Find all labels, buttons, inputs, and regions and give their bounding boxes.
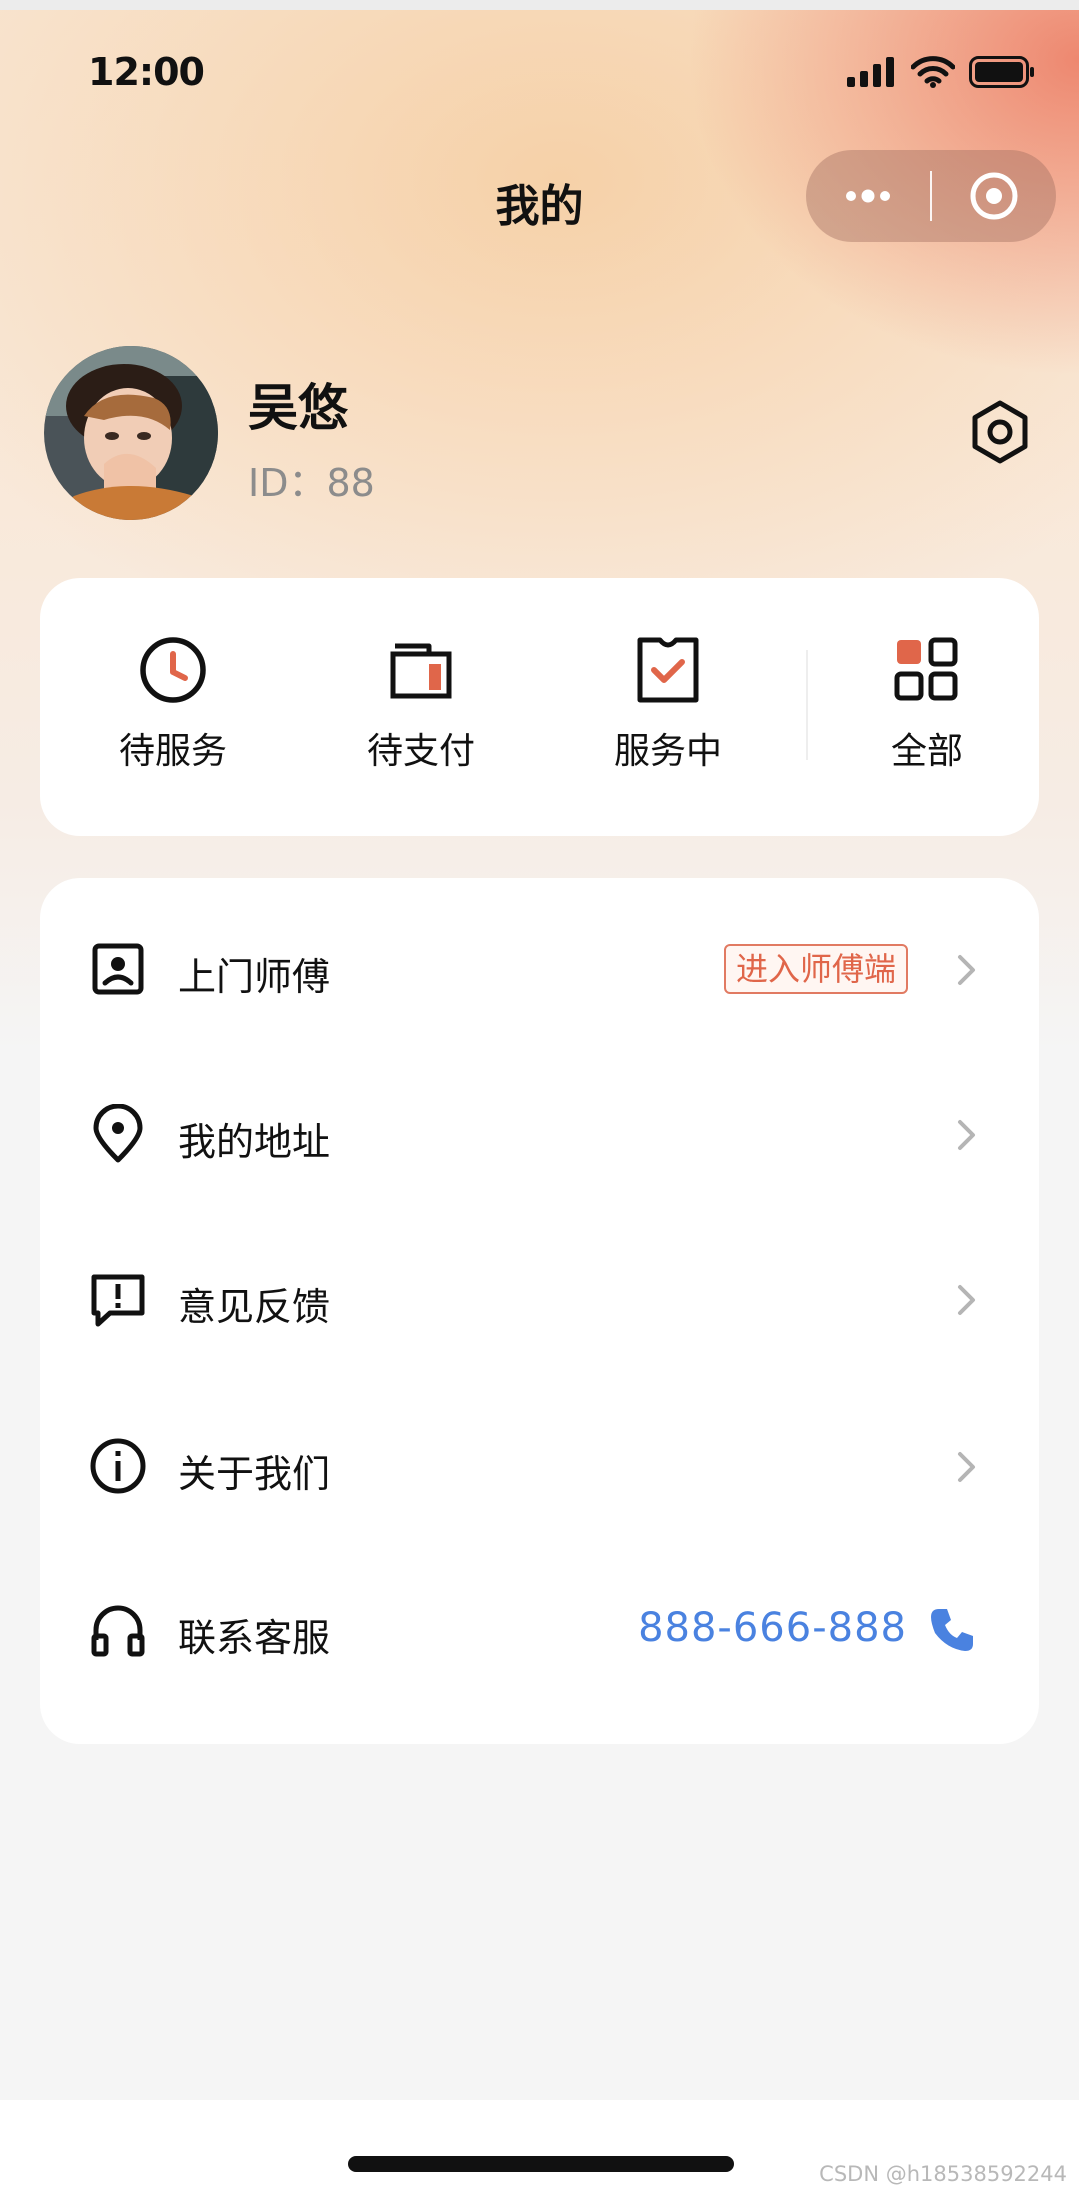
menu-item-feedback[interactable]: 意见反馈 [40,1224,1039,1374]
order-label: 全部 [890,731,963,772]
grid-icon [894,637,958,701]
service-phone-number[interactable]: 888-666-888 [638,1605,907,1651]
settings-button[interactable] [966,398,1034,466]
capsule-divider [929,171,933,221]
enter-master-side-tag[interactable]: 进入师傅端 [724,944,909,994]
order-label: 服务中 [613,731,722,772]
menu-item-label: 意见反馈 [178,1285,331,1329]
info-icon [90,1438,146,1494]
order-all[interactable]: 全部 [827,634,1027,784]
order-card: 待服务 待支付 服务中 全部 [40,578,1039,836]
chevron-right-icon [958,1285,975,1315]
settings-hexagon-icon [972,400,1028,464]
menu-card: 上门师傅 进入师傅端 我的地址 意见反馈 关于我们 联系客服 888-666-8… [40,878,1039,1744]
menu-item-label: 上门师傅 [178,955,331,999]
mine-page: 12:00 我的 吴悠 ID：88 待服务 待支付 服务中 全部 上门师傅 进入… [0,0,1079,2193]
menu-item-about[interactable]: 关于我们 [40,1391,1039,1541]
battery-icon [969,56,1034,88]
phone-icon[interactable] [927,1605,977,1655]
mini-program-capsule [806,150,1056,242]
ticket-check-icon [637,637,699,703]
close-target-icon [970,172,1018,220]
contact-card-icon [92,943,144,995]
avatar[interactable] [44,346,218,520]
chevron-right-icon [958,955,975,985]
chevron-right-icon [958,1120,975,1150]
order-label: 待支付 [366,731,475,772]
headset-icon [91,1605,145,1657]
clock-icon [140,637,206,703]
wallet-icon [390,643,452,699]
menu-item-customer-service[interactable]: 联系客服 888-666-888 [40,1555,1039,1705]
location-pin-icon [93,1104,143,1163]
user-name: 吴悠 [248,379,348,437]
close-button[interactable] [932,150,1056,242]
top-strip [0,0,1079,10]
home-indicator[interactable] [348,2156,734,2172]
more-button[interactable] [806,150,930,242]
signal-icon [847,57,894,87]
menu-item-label: 联系客服 [178,1616,331,1660]
order-divider [806,650,808,760]
more-icon [845,189,890,203]
menu-item-label: 我的地址 [178,1120,331,1164]
order-pending-service[interactable]: 待服务 [73,634,273,784]
feedback-icon [91,1274,145,1327]
menu-item-label: 关于我们 [178,1452,331,1496]
order-label: 待服务 [118,731,227,772]
watermark: CSDN @h18538592244 [819,2162,1067,2186]
chevron-right-icon [958,1452,975,1482]
status-icons [847,56,1035,88]
wifi-icon [911,56,955,88]
status-time: 12:00 [88,50,205,94]
user-id: ID：88 [248,461,375,505]
order-pending-payment[interactable]: 待支付 [321,634,521,784]
menu-item-master[interactable]: 上门师傅 进入师傅端 [40,894,1039,1044]
order-in-service[interactable]: 服务中 [568,634,768,784]
menu-item-address[interactable]: 我的地址 [40,1059,1039,1209]
avatar-photo-icon [44,346,218,520]
